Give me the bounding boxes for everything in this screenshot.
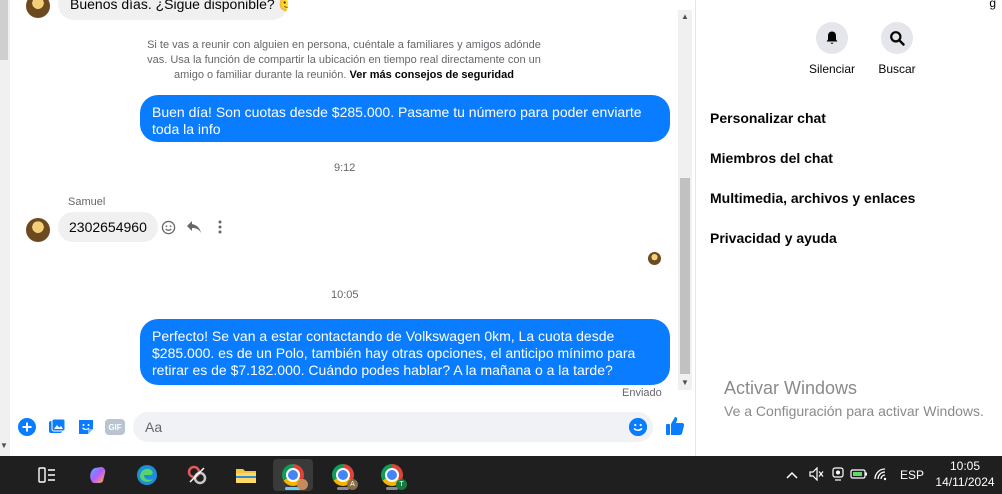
search-button[interactable]: Buscar bbox=[857, 22, 937, 76]
chrome-profile-badge: A bbox=[347, 479, 358, 490]
clock-date: 14/11/2024 bbox=[935, 475, 995, 489]
reply-icon[interactable] bbox=[186, 217, 202, 237]
edge-icon[interactable] bbox=[127, 459, 167, 491]
menu-item-privacy-help[interactable]: Privacidad y ayuda bbox=[710, 218, 915, 258]
clock-time: 10:05 bbox=[949, 459, 981, 473]
chrome-window[interactable]: A bbox=[323, 459, 363, 491]
file-explorer-icon[interactable] bbox=[226, 459, 266, 491]
outer-scrollbar-thumb[interactable] bbox=[0, 0, 8, 60]
input-language[interactable]: ESP bbox=[900, 468, 924, 482]
windows-activation-watermark: Activar Windows Ve a Configuración para … bbox=[724, 378, 984, 419]
gif-icon[interactable]: GIF bbox=[105, 419, 125, 435]
react-icon[interactable] bbox=[160, 217, 176, 237]
copilot-icon[interactable] bbox=[78, 459, 118, 491]
safety-tips-link[interactable]: Ver más consejos de seguridad bbox=[350, 69, 514, 81]
more-options-icon[interactable] bbox=[212, 217, 228, 237]
chat-details-menu: Personalizar chat Miembros del chat Mult… bbox=[710, 98, 915, 258]
emoji-icon[interactable] bbox=[629, 418, 647, 436]
chat-details-panel: g Silenciar Buscar Personalizar chat Mie… bbox=[695, 0, 1002, 456]
chrome-window-active[interactable] bbox=[273, 459, 313, 491]
chat-conversation: Buenos días. ¿Sigue disponible? 🙂 Si te … bbox=[10, 0, 678, 410]
message-bubble-incoming[interactable]: Buenos días. ¿Sigue disponible? 🙂 bbox=[58, 0, 288, 20]
like-icon[interactable] bbox=[664, 415, 686, 437]
chrome-icon: T bbox=[381, 464, 407, 490]
menu-item-customize-chat[interactable]: Personalizar chat bbox=[710, 98, 915, 138]
menu-item-chat-members[interactable]: Miembros del chat bbox=[710, 138, 915, 178]
windows-taskbar: A T ESP 10:05 14/11/2024 bbox=[0, 456, 1002, 494]
chat-scrollbar[interactable]: ▲ ▼ bbox=[678, 10, 692, 390]
chrome-profile-badge bbox=[297, 479, 308, 490]
sender-name: Samuel bbox=[68, 196, 106, 208]
watermark-title: Activar Windows bbox=[724, 378, 858, 398]
watermark-subtitle: Ve a Configuración para activar Windows. bbox=[724, 403, 984, 419]
message-input[interactable] bbox=[133, 412, 653, 442]
gallery-icon[interactable] bbox=[47, 417, 67, 437]
chrome-profile-badge: T bbox=[396, 479, 407, 490]
chrome-icon bbox=[282, 464, 308, 490]
battery-icon[interactable] bbox=[848, 468, 870, 482]
message-bubble-outgoing[interactable]: Buen día! Son cuotas desde $285.000. Pas… bbox=[140, 95, 670, 142]
chrome-icon: A bbox=[332, 464, 358, 490]
message-bubble-outgoing[interactable]: Perfecto! Se van a estar contactando de … bbox=[140, 319, 670, 385]
scroll-down-arrow[interactable]: ▼ bbox=[678, 376, 692, 390]
chat-scrollbar-thumb[interactable] bbox=[680, 178, 690, 374]
sent-status: Enviado bbox=[622, 387, 662, 399]
panel-title-fragment: g bbox=[989, 0, 996, 10]
outer-scroll-down-arrow[interactable]: ▼ bbox=[0, 441, 8, 450]
safety-notice: Si te vas a reunir con alguien en person… bbox=[140, 38, 548, 83]
screen: ▼ Buenos días. ¿Sigue disponible? 🙂 Si t… bbox=[0, 0, 1002, 494]
timestamp: 9:12 bbox=[334, 162, 356, 174]
read-receipt-avatar bbox=[648, 252, 661, 265]
add-icon[interactable] bbox=[17, 417, 37, 437]
system-tray: ESP bbox=[784, 456, 924, 494]
taskbar-clock[interactable]: 10:05 14/11/2024 bbox=[934, 458, 996, 490]
chrome-window[interactable]: T bbox=[372, 459, 412, 491]
avatar[interactable] bbox=[26, 218, 50, 242]
message-actions bbox=[160, 217, 228, 237]
chevron-up-icon[interactable] bbox=[784, 468, 800, 482]
task-view-icon[interactable] bbox=[27, 459, 67, 491]
avatar[interactable] bbox=[26, 0, 50, 18]
message-composer: GIF bbox=[10, 410, 692, 446]
volume-muted-icon[interactable] bbox=[806, 466, 828, 484]
menu-item-media-files-links[interactable]: Multimedia, archivos y enlaces bbox=[710, 178, 915, 218]
search-icon[interactable] bbox=[881, 22, 913, 54]
search-label: Buscar bbox=[878, 62, 916, 76]
snipping-tool-icon[interactable] bbox=[177, 459, 217, 491]
outer-scrollbar[interactable]: ▼ bbox=[0, 0, 10, 456]
timestamp: 10:05 bbox=[331, 289, 359, 301]
scroll-up-arrow[interactable]: ▲ bbox=[678, 10, 692, 24]
bell-icon[interactable] bbox=[816, 22, 848, 54]
sticker-icon[interactable] bbox=[76, 417, 96, 437]
message-bubble-incoming[interactable]: 2302654960 bbox=[58, 212, 158, 242]
webcam-icon[interactable] bbox=[828, 466, 848, 484]
wifi-icon[interactable] bbox=[870, 467, 892, 484]
